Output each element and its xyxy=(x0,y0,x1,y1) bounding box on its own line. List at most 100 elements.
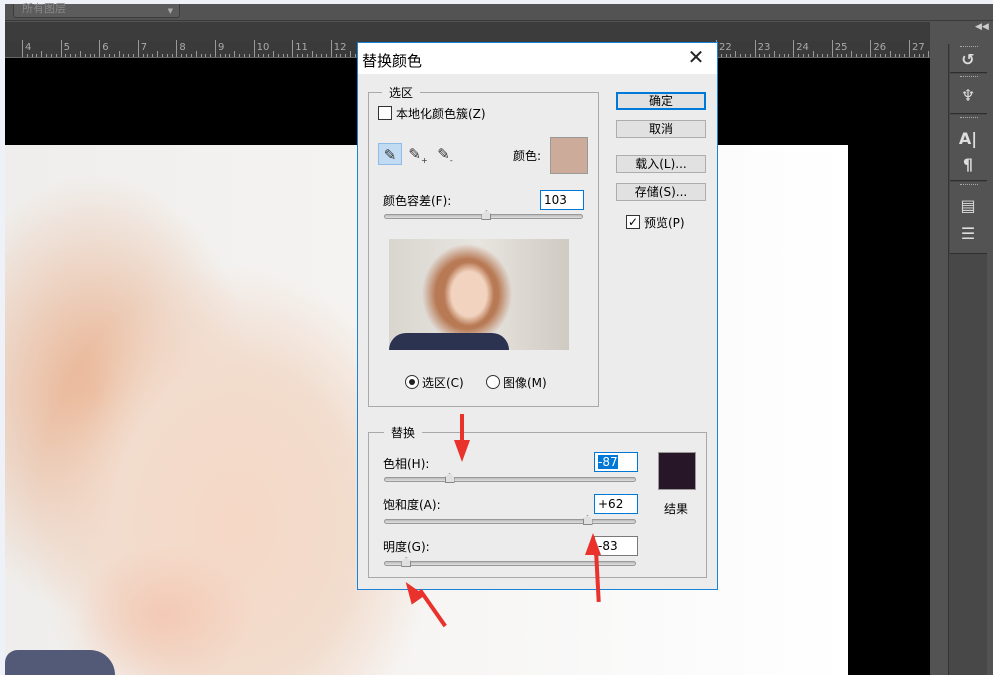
eyedropper-icon[interactable]: ✎ xyxy=(378,143,402,165)
close-icon[interactable]: ✕ xyxy=(684,45,708,69)
character-icon[interactable]: A| xyxy=(958,129,978,149)
ruler-minor-tick xyxy=(822,54,824,57)
collapse-panels-icon[interactable]: ◀◀ xyxy=(975,22,989,32)
grip-icon[interactable] xyxy=(960,117,978,120)
saturation-input[interactable]: +62 xyxy=(594,494,638,514)
ruler-minor-tick xyxy=(243,54,245,57)
ruler-label: 12 xyxy=(333,42,347,53)
ruler-minor-tick xyxy=(841,54,843,57)
ruler-minor-tick xyxy=(200,54,202,57)
notes-icon[interactable]: ☰ xyxy=(958,224,978,244)
ruler-minor-tick xyxy=(181,54,183,57)
ruler-minor-tick xyxy=(219,54,221,57)
ruler-minor-tick xyxy=(350,51,352,57)
ruler-minor-tick xyxy=(301,54,303,57)
radio-selection[interactable] xyxy=(405,375,419,389)
ruler-minor-tick xyxy=(123,54,125,57)
eyedropper-add-icon[interactable]: ✎+ xyxy=(406,143,430,165)
hue-slider[interactable] xyxy=(384,473,636,483)
ruler-tick xyxy=(909,40,910,57)
ruler-minor-tick xyxy=(65,54,67,57)
ruler-minor-tick xyxy=(740,54,742,57)
history-icon[interactable]: ↺ xyxy=(958,50,978,70)
ruler-minor-tick xyxy=(166,54,168,57)
preview-shirt xyxy=(389,333,509,350)
ruler-minor-tick xyxy=(224,54,226,57)
ruler-minor-tick xyxy=(142,54,144,57)
ruler-label: 10 xyxy=(256,42,270,53)
ruler-minor-tick xyxy=(55,54,57,57)
ruler-minor-tick xyxy=(889,51,891,57)
result-color-swatch[interactable] xyxy=(658,452,696,490)
fuzziness-input[interactable]: 103 xyxy=(540,190,584,210)
ok-button[interactable]: 确定 xyxy=(616,92,706,110)
ruler-label: 5 xyxy=(63,42,70,53)
panel-group-type: A| ¶ xyxy=(950,115,987,181)
saturation-slider[interactable] xyxy=(384,515,636,525)
ruler-minor-tick xyxy=(744,54,746,57)
ruler-minor-tick xyxy=(826,54,828,57)
ruler-label: 9 xyxy=(218,42,225,53)
ruler-tick xyxy=(793,40,795,57)
ruler-minor-tick xyxy=(282,54,284,57)
grip-icon[interactable] xyxy=(960,46,978,49)
ruler-minor-tick xyxy=(812,51,814,57)
ruler-minor-tick xyxy=(773,51,775,57)
ruler-minor-tick xyxy=(759,54,761,57)
ruler-minor-tick xyxy=(132,54,134,57)
ruler-minor-tick xyxy=(186,54,188,57)
radio-image[interactable] xyxy=(486,375,500,389)
load-button[interactable]: 载入(L)... xyxy=(616,155,706,173)
ruler-minor-tick xyxy=(875,54,877,57)
paragraph-icon[interactable]: ¶ xyxy=(958,155,978,175)
eyedropper-subtract-icon[interactable]: ✎- xyxy=(433,143,457,165)
result-label: 结果 xyxy=(664,502,689,516)
ruler-minor-tick xyxy=(26,54,28,57)
ruler-minor-tick xyxy=(345,54,347,57)
ruler-minor-tick xyxy=(118,51,120,57)
grip-icon[interactable] xyxy=(960,184,978,187)
panel-group-history: ↺ xyxy=(950,44,987,73)
ruler-minor-tick xyxy=(354,54,356,57)
replace-color-dialog: 替换颜色 ✕ 选区 本地化颜色簇(Z) ✎ ✎+ ✎- 颜色: 颜色容差(F):… xyxy=(357,42,718,590)
ruler-minor-tick xyxy=(865,54,867,57)
preview-checkbox[interactable]: ✓ xyxy=(626,215,640,229)
ruler-minor-tick xyxy=(860,54,862,57)
ruler-tick xyxy=(215,40,216,57)
ruler-minor-tick xyxy=(730,54,732,57)
ruler-label: 6 xyxy=(102,42,109,53)
ruler-minor-tick xyxy=(89,54,91,57)
ruler-minor-tick xyxy=(778,54,780,57)
saturation-label: 饱和度(A): xyxy=(383,498,441,512)
hue-input[interactable]: -87 xyxy=(594,452,638,472)
radio-selection-label: 选区(C) xyxy=(422,376,464,390)
localized-clusters-checkbox[interactable] xyxy=(378,106,392,120)
ruler-tick xyxy=(253,40,255,57)
selection-color-swatch[interactable] xyxy=(550,137,588,174)
cancel-button[interactable]: 取消 xyxy=(616,120,706,138)
fuzziness-slider[interactable] xyxy=(384,210,583,220)
brush-presets-icon[interactable]: ♆ xyxy=(958,86,978,106)
properties-icon[interactable]: ▤ xyxy=(958,196,978,216)
ruler-minor-tick xyxy=(157,51,159,57)
layer-sample-select[interactable]: 所有图层 ▼ xyxy=(13,3,180,18)
ruler-tick xyxy=(330,40,332,57)
ruler-minor-tick xyxy=(263,54,265,57)
hue-label: 色相(H): xyxy=(383,457,430,471)
ruler-minor-tick xyxy=(807,54,809,57)
ruler-label: 24 xyxy=(796,42,809,53)
ruler-minor-tick xyxy=(764,54,766,57)
grip-icon[interactable] xyxy=(960,76,978,79)
ruler-minor-tick xyxy=(50,54,52,57)
ruler-tick xyxy=(99,40,101,57)
save-button[interactable]: 存储(S)... xyxy=(616,183,706,201)
ruler-tick xyxy=(754,40,756,57)
ruler-minor-tick xyxy=(152,54,154,57)
ruler-label: 25 xyxy=(834,42,848,53)
ruler-minor-tick xyxy=(147,54,149,57)
ruler-minor-tick xyxy=(817,54,819,57)
ruler-minor-tick xyxy=(113,54,115,57)
ruler-label: 22 xyxy=(719,42,732,53)
ruler-minor-tick xyxy=(31,54,33,57)
dialog-titlebar[interactable]: 替换颜色 ✕ xyxy=(358,43,717,74)
